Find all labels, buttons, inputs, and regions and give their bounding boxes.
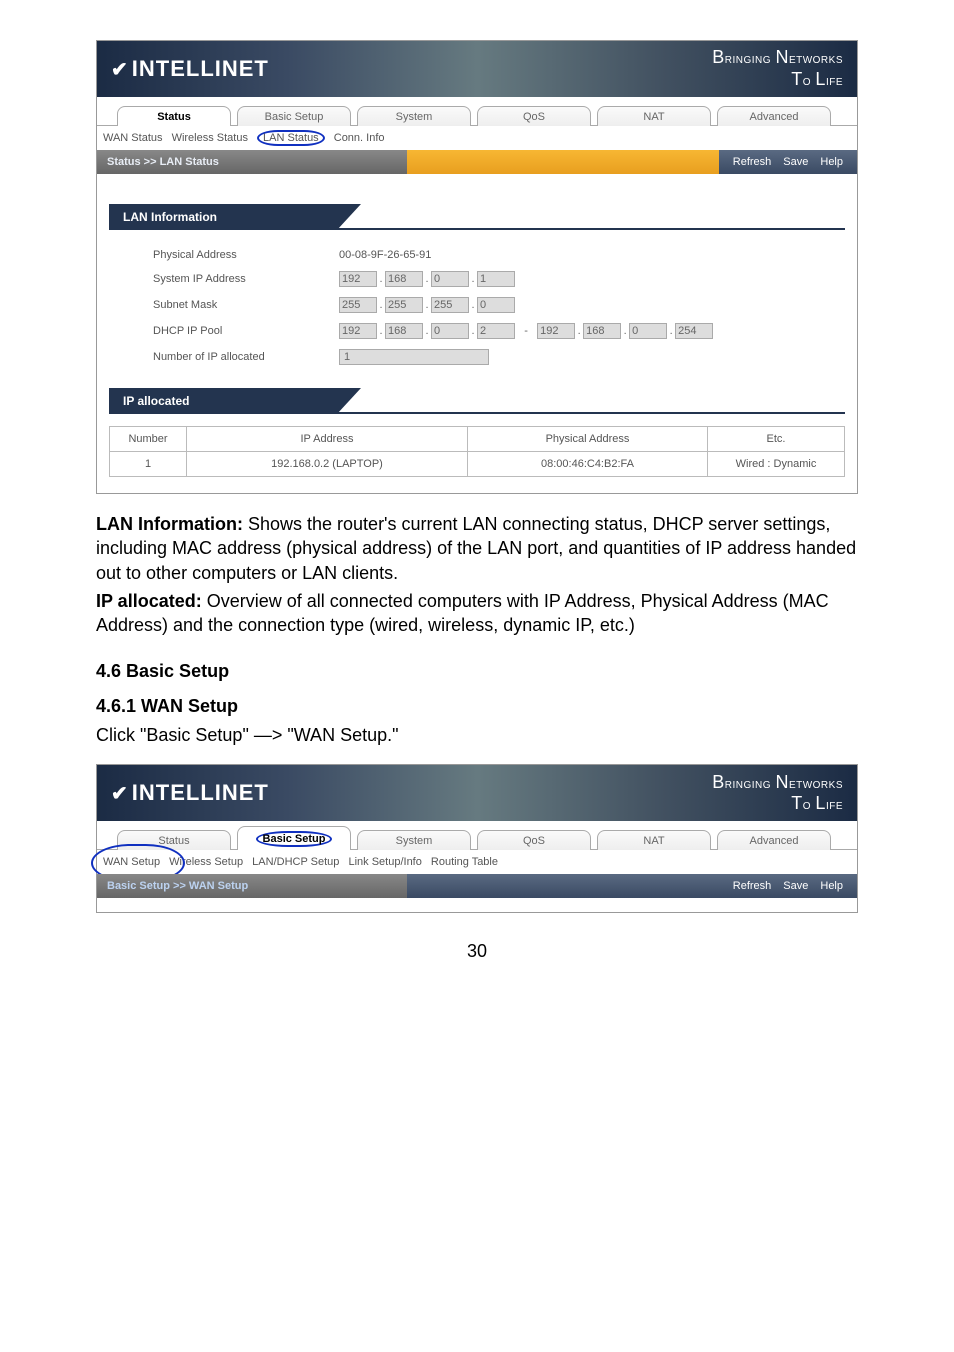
lan-info-table: Physical Address 00-08-9F-26-65-91 Syste…: [145, 244, 721, 370]
range-dash: -: [518, 325, 534, 337]
save-button[interactable]: Save: [783, 156, 808, 168]
ip-octet[interactable]: 2: [477, 323, 515, 339]
lan-status-screenshot: ✔ INTELLINET BBringing Networksringing N…: [96, 40, 858, 494]
logo-text: INTELLINET: [132, 56, 269, 82]
value-dhcp-pool: 192.168.0.2 - 192.168.0.254: [331, 318, 721, 344]
ip-octet[interactable]: 0: [431, 323, 469, 339]
narrative: LAN Information: Shows the router's curr…: [96, 512, 858, 637]
ip-octet[interactable]: 168: [385, 271, 423, 287]
col-number: Number: [110, 427, 187, 452]
subnav-lan-status[interactable]: LAN Status: [257, 130, 325, 146]
subnav-link-setup[interactable]: Link Setup/Info: [348, 856, 421, 868]
tab-advanced[interactable]: Advanced: [717, 106, 831, 126]
tab-system[interactable]: System: [357, 830, 471, 850]
tab-basic-setup-label: Basic Setup: [256, 831, 333, 847]
basic-subnav: WAN Setup Wireless Setup LAN/DHCP Setup …: [97, 850, 857, 874]
ip-octet[interactable]: 255: [385, 297, 423, 313]
subnav-wireless-status[interactable]: Wireless Status: [172, 132, 248, 144]
tab-nat[interactable]: NAT: [597, 830, 711, 850]
value-physical-address: 00-08-9F-26-65-91: [331, 244, 721, 266]
heading-wan-setup: 4.6.1 WAN Setup: [96, 696, 858, 717]
check-icon: ✔: [111, 781, 128, 806]
ip-octet[interactable]: 192: [339, 323, 377, 339]
tab-system[interactable]: System: [357, 106, 471, 126]
ip-octet[interactable]: 192: [537, 323, 575, 339]
col-etc: Etc.: [708, 427, 845, 452]
instruction: Click "Basic Setup" —> "WAN Setup.": [96, 725, 858, 746]
save-button[interactable]: Save: [783, 880, 808, 892]
label-dhcp-pool: DHCP IP Pool: [145, 318, 331, 344]
ip-allocated-heading: IP allocated: [109, 388, 361, 414]
cell-physical: 08:00:46:C4:B2:FA: [467, 452, 707, 477]
cell-ip: 192.168.0.2 (LAPTOP): [187, 452, 468, 477]
heading-basic-setup: 4.6 Basic Setup: [96, 661, 858, 682]
table-row: 1 192.168.0.2 (LAPTOP) 08:00:46:C4:B2:FA…: [110, 452, 845, 477]
tab-nat[interactable]: NAT: [597, 106, 711, 126]
ip-octet[interactable]: 192: [339, 271, 377, 287]
ip-octet[interactable]: 1: [477, 271, 515, 287]
ip-octet[interactable]: 255: [431, 297, 469, 313]
value-num-allocated[interactable]: 1: [339, 349, 489, 365]
value-subnet: 255.255.255.0: [331, 292, 721, 318]
ip-octet[interactable]: 0: [477, 297, 515, 313]
tab-basic-setup[interactable]: Basic Setup: [237, 106, 351, 126]
top-tabs: Status Basic Setup System QoS NAT Advanc…: [97, 97, 857, 126]
subnav-routing-table[interactable]: Routing Table: [431, 856, 498, 868]
ip-octet[interactable]: 0: [629, 323, 667, 339]
refresh-button[interactable]: Refresh: [733, 156, 772, 168]
slogan: BBringing Networksringing Networks To Li…: [712, 47, 843, 90]
ip-octet[interactable]: 254: [675, 323, 713, 339]
wan-setup-screenshot: ✔ INTELLINET Bringing Networks To Life S…: [96, 764, 858, 913]
breadcrumb: Basic Setup >> WAN Setup: [97, 874, 407, 898]
subnav-wan-status[interactable]: WAN Status: [103, 132, 163, 144]
ip-octet[interactable]: 168: [583, 323, 621, 339]
tab-qos[interactable]: QoS: [477, 106, 591, 126]
logo-text: INTELLINET: [132, 780, 269, 806]
label-physical-address: Physical Address: [145, 244, 331, 266]
help-button[interactable]: Help: [820, 156, 843, 168]
check-icon: ✔: [111, 57, 128, 82]
cell-number: 1: [110, 452, 187, 477]
tab-status[interactable]: Status: [117, 106, 231, 126]
slogan: Bringing Networks To Life: [712, 772, 843, 815]
col-ip: IP Address: [187, 427, 468, 452]
lan-info-heading: LAN Information: [109, 204, 361, 230]
banner: ✔ INTELLINET Bringing Networks To Life: [97, 765, 857, 821]
ip-octet[interactable]: 255: [339, 297, 377, 313]
ip-alloc-body: Overview of all connected computers with…: [96, 591, 829, 635]
tab-advanced[interactable]: Advanced: [717, 830, 831, 850]
breadcrumb: Status >> LAN Status: [97, 150, 407, 174]
lan-info-term: LAN Information:: [96, 514, 243, 534]
logo: ✔ INTELLINET: [111, 56, 269, 82]
breadcrumb-bar: Status >> LAN Status Refresh Save Help: [97, 150, 857, 174]
help-button[interactable]: Help: [820, 880, 843, 892]
subnav-conn-info[interactable]: Conn. Info: [334, 132, 385, 144]
status-subnav: WAN Status Wireless Status LAN Status Co…: [97, 126, 857, 150]
col-physical: Physical Address: [467, 427, 707, 452]
logo: ✔ INTELLINET: [111, 780, 269, 806]
ip-allocated-table: Number IP Address Physical Address Etc. …: [109, 426, 845, 477]
ip-octet[interactable]: 168: [385, 323, 423, 339]
ip-octet[interactable]: 0: [431, 271, 469, 287]
ip-alloc-term: IP allocated:: [96, 591, 202, 611]
refresh-button[interactable]: Refresh: [733, 880, 772, 892]
breadcrumb-bar: Basic Setup >> WAN Setup Refresh Save He…: [97, 874, 857, 898]
label-subnet: Subnet Mask: [145, 292, 331, 318]
cell-etc: Wired : Dynamic: [708, 452, 845, 477]
label-num-allocated: Number of IP allocated: [145, 344, 331, 370]
top-tabs: Status Basic Setup System QoS NAT Advanc…: [97, 821, 857, 850]
tab-basic-setup[interactable]: Basic Setup: [237, 826, 351, 850]
subnav-lan-dhcp-setup[interactable]: LAN/DHCP Setup: [252, 856, 339, 868]
label-system-ip: System IP Address: [145, 266, 331, 292]
banner: ✔ INTELLINET BBringing Networksringing N…: [97, 41, 857, 97]
tab-qos[interactable]: QoS: [477, 830, 591, 850]
value-system-ip: 192.168.0.1: [331, 266, 721, 292]
page-number: 30: [96, 941, 858, 962]
